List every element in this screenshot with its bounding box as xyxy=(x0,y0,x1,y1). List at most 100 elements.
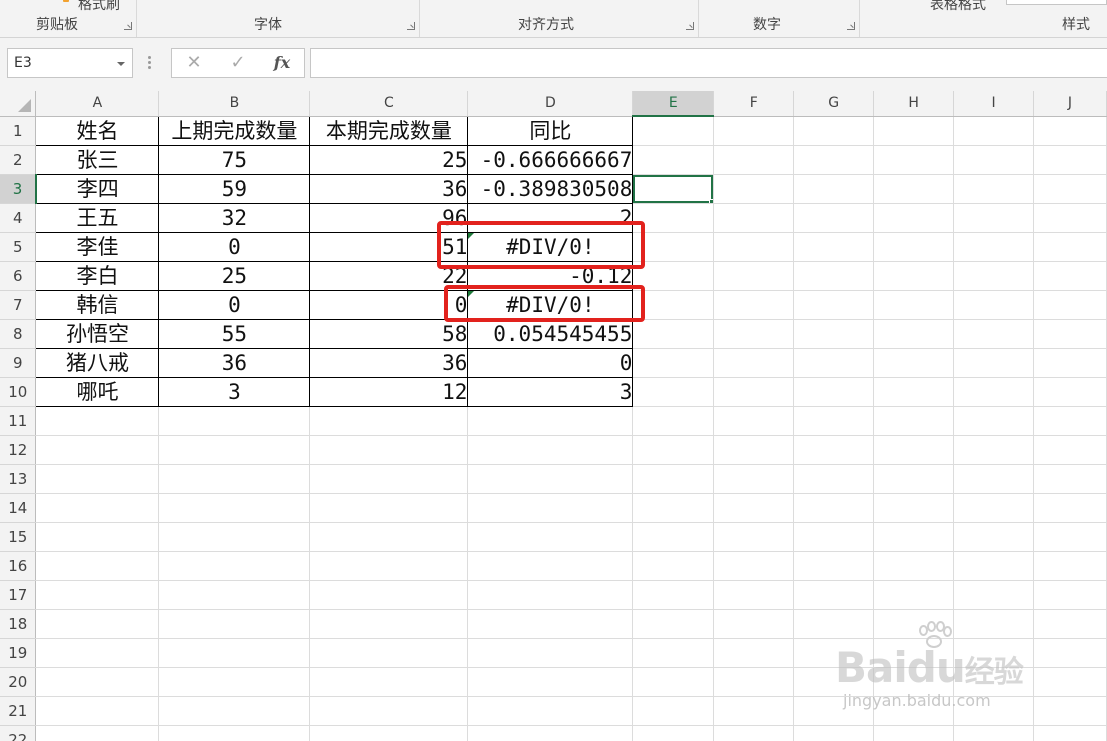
cell[interactable] xyxy=(873,522,955,552)
cell[interactable] xyxy=(632,145,715,175)
cell[interactable] xyxy=(467,725,634,741)
cell[interactable] xyxy=(1033,116,1107,146)
row-header[interactable]: 11 xyxy=(0,406,37,436)
cell[interactable] xyxy=(873,116,955,146)
cell[interactable] xyxy=(793,725,875,741)
cell[interactable] xyxy=(953,609,1034,639)
cell-b5[interactable]: 0 xyxy=(158,231,311,262)
cell[interactable] xyxy=(793,377,875,407)
cell[interactable] xyxy=(713,725,795,741)
cell[interactable] xyxy=(467,551,634,581)
cell[interactable] xyxy=(632,319,715,349)
formula-input[interactable] xyxy=(310,48,1107,78)
cell[interactable] xyxy=(793,348,875,378)
cell-c5[interactable]: 51 xyxy=(309,231,469,262)
cell[interactable] xyxy=(35,435,160,465)
cell[interactable] xyxy=(1033,638,1107,668)
cell[interactable] xyxy=(35,609,160,639)
chevron-down-icon[interactable] xyxy=(117,62,125,66)
cell[interactable] xyxy=(309,667,469,697)
cell[interactable] xyxy=(632,493,715,523)
cell[interactable] xyxy=(873,232,955,262)
column-header-f[interactable]: F xyxy=(713,91,795,117)
row-header[interactable]: 17 xyxy=(0,580,37,610)
cell[interactable] xyxy=(873,290,955,320)
cell[interactable] xyxy=(632,203,715,233)
row-header[interactable]: 20 xyxy=(0,667,37,697)
cell-b3[interactable]: 59 xyxy=(158,173,311,204)
cell[interactable] xyxy=(793,406,875,436)
column-header-e[interactable]: E xyxy=(632,91,715,117)
cell[interactable] xyxy=(467,696,634,726)
cell[interactable] xyxy=(1033,725,1107,741)
cell[interactable] xyxy=(1033,464,1107,494)
cell[interactable] xyxy=(953,522,1034,552)
cell[interactable] xyxy=(309,522,469,552)
cell[interactable] xyxy=(713,696,795,726)
cell-c4[interactable]: 96 xyxy=(309,202,469,233)
cell[interactable] xyxy=(1033,696,1107,726)
row-header[interactable]: 4 xyxy=(0,203,37,233)
cell[interactable] xyxy=(309,609,469,639)
cell[interactable] xyxy=(309,551,469,581)
row-header[interactable]: 5 xyxy=(0,232,37,262)
cell[interactable] xyxy=(953,174,1034,204)
dialog-launcher-icon[interactable] xyxy=(407,22,415,30)
cell[interactable] xyxy=(632,464,715,494)
cell[interactable] xyxy=(793,667,875,697)
cell[interactable] xyxy=(158,522,311,552)
cell[interactable] xyxy=(467,435,634,465)
column-header-g[interactable]: G xyxy=(793,91,875,117)
cell[interactable] xyxy=(35,696,160,726)
cell[interactable] xyxy=(1033,522,1107,552)
cell[interactable] xyxy=(309,464,469,494)
row-header[interactable]: 3 xyxy=(0,174,37,204)
cell-a3[interactable]: 李四 xyxy=(35,173,160,204)
cell[interactable] xyxy=(467,522,634,552)
cell[interactable] xyxy=(713,406,795,436)
cell[interactable] xyxy=(632,725,715,741)
cell-a10[interactable]: 哪吒 xyxy=(35,376,160,407)
cell[interactable] xyxy=(1033,290,1107,320)
cell[interactable] xyxy=(713,290,795,320)
row-header[interactable]: 22 xyxy=(0,725,37,741)
cell[interactable] xyxy=(158,580,311,610)
cell[interactable] xyxy=(632,580,715,610)
dialog-launcher-icon[interactable] xyxy=(847,22,855,30)
cell[interactable] xyxy=(158,725,311,741)
cell[interactable] xyxy=(873,667,955,697)
cell[interactable] xyxy=(632,609,715,639)
cell-c8[interactable]: 58 xyxy=(309,318,469,349)
cell[interactable] xyxy=(309,725,469,741)
cell[interactable] xyxy=(713,319,795,349)
cell[interactable] xyxy=(793,435,875,465)
column-header-c[interactable]: C xyxy=(309,91,469,117)
cell[interactable] xyxy=(1033,174,1107,204)
cell[interactable] xyxy=(632,522,715,552)
cell[interactable] xyxy=(467,580,634,610)
cell[interactable] xyxy=(793,551,875,581)
cell[interactable] xyxy=(873,145,955,175)
cell[interactable] xyxy=(953,377,1034,407)
cell[interactable] xyxy=(953,464,1034,494)
cell[interactable] xyxy=(953,290,1034,320)
cell[interactable] xyxy=(35,667,160,697)
cell-a9[interactable]: 猪八戒 xyxy=(35,347,160,378)
cell[interactable] xyxy=(1033,348,1107,378)
name-box[interactable]: E3 xyxy=(7,48,133,78)
cell-d6[interactable]: -0.12 xyxy=(467,260,634,291)
cell[interactable] xyxy=(793,522,875,552)
cell[interactable] xyxy=(953,551,1034,581)
cell[interactable] xyxy=(35,493,160,523)
cell-d8[interactable]: 0.054545455 xyxy=(467,318,634,349)
cell[interactable] xyxy=(632,406,715,436)
cell[interactable] xyxy=(158,667,311,697)
cell-b10[interactable]: 3 xyxy=(158,376,311,407)
cell[interactable] xyxy=(35,638,160,668)
cell[interactable] xyxy=(953,493,1034,523)
cell[interactable] xyxy=(713,348,795,378)
close-icon[interactable]: ✕ xyxy=(176,49,212,77)
cell[interactable] xyxy=(713,580,795,610)
cell[interactable] xyxy=(713,174,795,204)
cell[interactable] xyxy=(309,696,469,726)
